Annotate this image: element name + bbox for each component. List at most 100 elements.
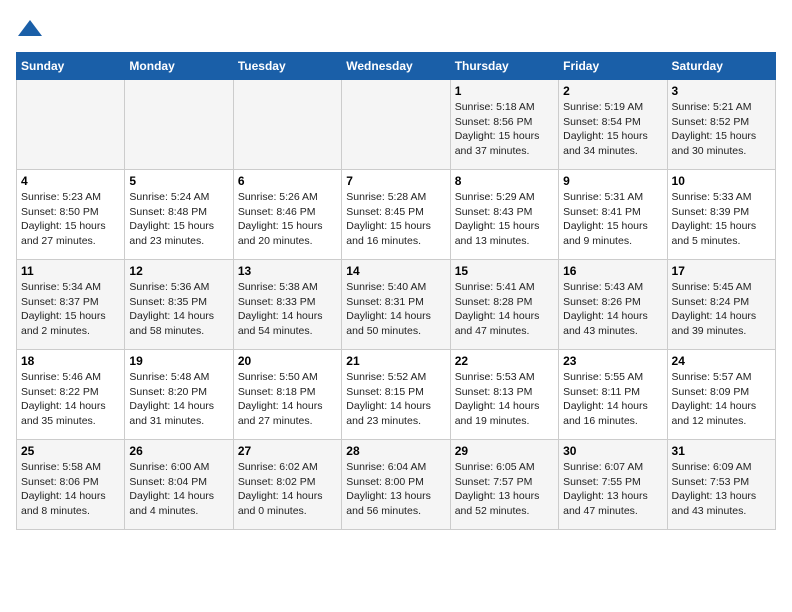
day-number: 17 [672, 264, 771, 278]
logo [16, 16, 48, 44]
calendar-cell: 8 Sunrise: 5:29 AM Sunset: 8:43 PM Daylig… [450, 170, 558, 260]
calendar-week-row: 11 Sunrise: 5:34 AM Sunset: 8:37 PM Dayli… [17, 260, 776, 350]
calendar-cell: 15 Sunrise: 5:41 AM Sunset: 8:28 PM Dayli… [450, 260, 558, 350]
day-info: Sunrise: 5:36 AM Sunset: 8:35 PM Dayligh… [129, 280, 228, 339]
calendar-week-row: 4 Sunrise: 5:23 AM Sunset: 8:50 PM Daylig… [17, 170, 776, 260]
day-info: Sunrise: 5:57 AM Sunset: 8:09 PM Dayligh… [672, 370, 771, 429]
day-info: Sunrise: 6:09 AM Sunset: 7:53 PM Dayligh… [672, 460, 771, 519]
day-number: 11 [21, 264, 120, 278]
calendar-cell: 16 Sunrise: 5:43 AM Sunset: 8:26 PM Dayli… [559, 260, 667, 350]
day-number: 18 [21, 354, 120, 368]
logo-icon [16, 16, 44, 44]
day-number: 7 [346, 174, 445, 188]
day-number: 3 [672, 84, 771, 98]
day-number: 26 [129, 444, 228, 458]
day-number: 20 [238, 354, 337, 368]
calendar-cell [125, 80, 233, 170]
day-info: Sunrise: 5:28 AM Sunset: 8:45 PM Dayligh… [346, 190, 445, 249]
day-number: 29 [455, 444, 554, 458]
day-number: 19 [129, 354, 228, 368]
day-number: 8 [455, 174, 554, 188]
calendar-header-row: SundayMondayTuesdayWednesdayThursdayFrid… [17, 53, 776, 80]
calendar-cell: 25 Sunrise: 5:58 AM Sunset: 8:06 PM Dayli… [17, 440, 125, 530]
calendar-cell [17, 80, 125, 170]
day-info: Sunrise: 5:41 AM Sunset: 8:28 PM Dayligh… [455, 280, 554, 339]
calendar-cell [233, 80, 341, 170]
day-info: Sunrise: 5:53 AM Sunset: 8:13 PM Dayligh… [455, 370, 554, 429]
day-number: 24 [672, 354, 771, 368]
day-info: Sunrise: 5:21 AM Sunset: 8:52 PM Dayligh… [672, 100, 771, 159]
day-number: 4 [21, 174, 120, 188]
calendar-cell: 22 Sunrise: 5:53 AM Sunset: 8:13 PM Dayli… [450, 350, 558, 440]
calendar-cell: 20 Sunrise: 5:50 AM Sunset: 8:18 PM Dayli… [233, 350, 341, 440]
calendar-cell: 24 Sunrise: 5:57 AM Sunset: 8:09 PM Dayli… [667, 350, 775, 440]
day-info: Sunrise: 5:31 AM Sunset: 8:41 PM Dayligh… [563, 190, 662, 249]
calendar-cell: 5 Sunrise: 5:24 AM Sunset: 8:48 PM Daylig… [125, 170, 233, 260]
day-info: Sunrise: 5:45 AM Sunset: 8:24 PM Dayligh… [672, 280, 771, 339]
calendar-cell: 9 Sunrise: 5:31 AM Sunset: 8:41 PM Daylig… [559, 170, 667, 260]
day-info: Sunrise: 6:00 AM Sunset: 8:04 PM Dayligh… [129, 460, 228, 519]
page-header [16, 16, 776, 44]
day-header-friday: Friday [559, 53, 667, 80]
calendar-table: SundayMondayTuesdayWednesdayThursdayFrid… [16, 52, 776, 530]
day-info: Sunrise: 5:24 AM Sunset: 8:48 PM Dayligh… [129, 190, 228, 249]
day-number: 30 [563, 444, 662, 458]
day-info: Sunrise: 6:05 AM Sunset: 7:57 PM Dayligh… [455, 460, 554, 519]
day-info: Sunrise: 5:19 AM Sunset: 8:54 PM Dayligh… [563, 100, 662, 159]
day-info: Sunrise: 5:23 AM Sunset: 8:50 PM Dayligh… [21, 190, 120, 249]
day-number: 14 [346, 264, 445, 278]
day-number: 1 [455, 84, 554, 98]
calendar-cell: 6Sunrise: 5:26 AM Sunset: 8:46 PM Daylig… [233, 170, 341, 260]
day-number: 10 [672, 174, 771, 188]
day-header-sunday: Sunday [17, 53, 125, 80]
calendar-cell: 29 Sunrise: 6:05 AM Sunset: 7:57 PM Dayli… [450, 440, 558, 530]
day-info: Sunrise: 5:55 AM Sunset: 8:11 PM Dayligh… [563, 370, 662, 429]
calendar-cell: 1Sunrise: 5:18 AM Sunset: 8:56 PM Daylig… [450, 80, 558, 170]
day-info: Sunrise: 5:58 AM Sunset: 8:06 PM Dayligh… [21, 460, 120, 519]
day-number: 5 [129, 174, 228, 188]
calendar-cell: 11 Sunrise: 5:34 AM Sunset: 8:37 PM Dayli… [17, 260, 125, 350]
day-number: 16 [563, 264, 662, 278]
day-number: 25 [21, 444, 120, 458]
day-number: 13 [238, 264, 337, 278]
day-number: 9 [563, 174, 662, 188]
day-info: Sunrise: 5:34 AM Sunset: 8:37 PM Dayligh… [21, 280, 120, 339]
day-number: 22 [455, 354, 554, 368]
day-info: Sunrise: 5:29 AM Sunset: 8:43 PM Dayligh… [455, 190, 554, 249]
calendar-cell: 2 Sunrise: 5:19 AM Sunset: 8:54 PM Daylig… [559, 80, 667, 170]
day-number: 23 [563, 354, 662, 368]
calendar-cell: 21 Sunrise: 5:52 AM Sunset: 8:15 PM Dayli… [342, 350, 450, 440]
calendar-cell [342, 80, 450, 170]
calendar-cell: 14Sunrise: 5:40 AM Sunset: 8:31 PM Dayli… [342, 260, 450, 350]
calendar-cell: 13Sunrise: 5:38 AM Sunset: 8:33 PM Dayli… [233, 260, 341, 350]
calendar-cell: 27Sunrise: 6:02 AM Sunset: 8:02 PM Dayli… [233, 440, 341, 530]
day-header-tuesday: Tuesday [233, 53, 341, 80]
day-number: 21 [346, 354, 445, 368]
day-info: Sunrise: 5:43 AM Sunset: 8:26 PM Dayligh… [563, 280, 662, 339]
day-info: Sunrise: 5:46 AM Sunset: 8:22 PM Dayligh… [21, 370, 120, 429]
calendar-week-row: 18 Sunrise: 5:46 AM Sunset: 8:22 PM Dayli… [17, 350, 776, 440]
calendar-cell: 31Sunrise: 6:09 AM Sunset: 7:53 PM Dayli… [667, 440, 775, 530]
day-header-monday: Monday [125, 53, 233, 80]
day-header-saturday: Saturday [667, 53, 775, 80]
day-number: 27 [238, 444, 337, 458]
calendar-cell: 12 Sunrise: 5:36 AM Sunset: 8:35 PM Dayli… [125, 260, 233, 350]
calendar-cell: 3 Sunrise: 5:21 AM Sunset: 8:52 PM Daylig… [667, 80, 775, 170]
day-number: 2 [563, 84, 662, 98]
day-number: 15 [455, 264, 554, 278]
calendar-cell: 30 Sunrise: 6:07 AM Sunset: 7:55 PM Dayli… [559, 440, 667, 530]
day-info: Sunrise: 6:07 AM Sunset: 7:55 PM Dayligh… [563, 460, 662, 519]
calendar-cell: 17 Sunrise: 5:45 AM Sunset: 8:24 PM Dayli… [667, 260, 775, 350]
day-info: Sunrise: 5:48 AM Sunset: 8:20 PM Dayligh… [129, 370, 228, 429]
day-number: 12 [129, 264, 228, 278]
day-info: Sunrise: 5:50 AM Sunset: 8:18 PM Dayligh… [238, 370, 337, 429]
calendar-week-row: 25 Sunrise: 5:58 AM Sunset: 8:06 PM Dayli… [17, 440, 776, 530]
day-info: Sunrise: 5:52 AM Sunset: 8:15 PM Dayligh… [346, 370, 445, 429]
day-header-wednesday: Wednesday [342, 53, 450, 80]
calendar-cell: 4 Sunrise: 5:23 AM Sunset: 8:50 PM Daylig… [17, 170, 125, 260]
calendar-cell: 7 Sunrise: 5:28 AM Sunset: 8:45 PM Daylig… [342, 170, 450, 260]
calendar-cell: 19 Sunrise: 5:48 AM Sunset: 8:20 PM Dayli… [125, 350, 233, 440]
calendar-week-row: 1Sunrise: 5:18 AM Sunset: 8:56 PM Daylig… [17, 80, 776, 170]
calendar-cell: 28Sunrise: 6:04 AM Sunset: 8:00 PM Dayli… [342, 440, 450, 530]
day-number: 28 [346, 444, 445, 458]
